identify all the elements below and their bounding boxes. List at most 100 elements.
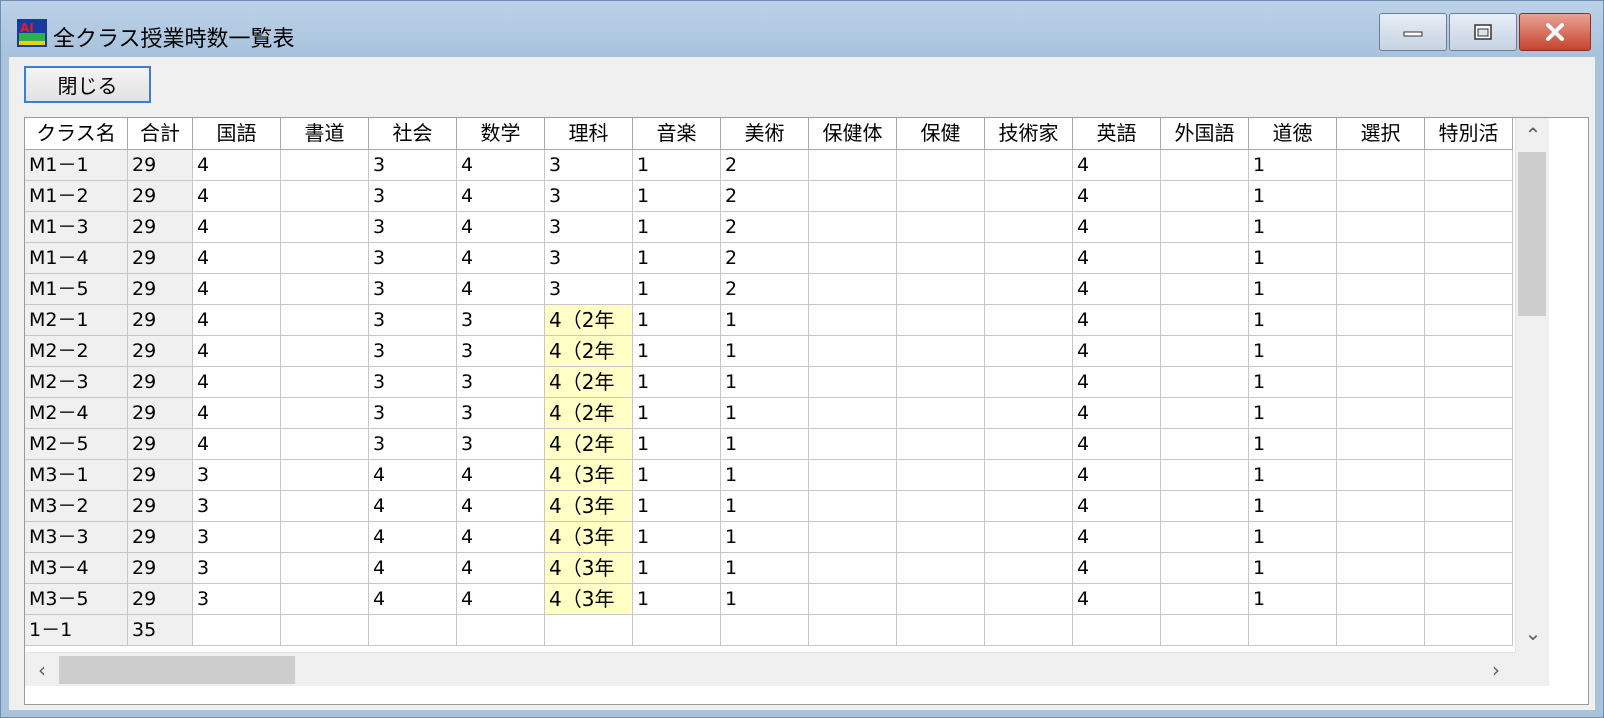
table-cell[interactable]: 3 — [369, 429, 457, 460]
table-cell[interactable]: 3 — [545, 274, 633, 305]
table-cell[interactable]: 35 — [128, 615, 193, 646]
table-cell[interactable] — [1161, 429, 1249, 460]
table-cell[interactable]: 4 — [193, 212, 281, 243]
table-cell[interactable] — [809, 522, 897, 553]
table-cell[interactable]: 29 — [128, 553, 193, 584]
table-cell[interactable] — [1425, 429, 1513, 460]
table-cell[interactable] — [809, 274, 897, 305]
table-cell[interactable]: 1 — [1249, 398, 1337, 429]
table-cell[interactable]: 2 — [721, 274, 809, 305]
table-cell[interactable] — [1425, 150, 1513, 181]
close-dialog-button[interactable]: 閉じる — [24, 66, 151, 103]
table-cell[interactable]: 1 — [1249, 150, 1337, 181]
table-cell[interactable] — [281, 336, 369, 367]
table-cell[interactable] — [897, 274, 985, 305]
table-cell[interactable] — [897, 150, 985, 181]
table-cell[interactable] — [809, 181, 897, 212]
maximize-button[interactable] — [1449, 13, 1517, 51]
table-cell[interactable]: 1 — [633, 243, 721, 274]
table-cell[interactable] — [1425, 491, 1513, 522]
table-cell[interactable]: 1 — [1249, 491, 1337, 522]
table-cell[interactable]: 2 — [721, 243, 809, 274]
row-header-cell[interactable]: M2－3 — [25, 367, 128, 398]
table-cell[interactable]: 4 — [1073, 274, 1161, 305]
table-cell[interactable]: 4 — [1073, 305, 1161, 336]
table-cell[interactable] — [721, 615, 809, 646]
table-cell[interactable]: 1 — [721, 336, 809, 367]
table-cell[interactable]: 29 — [128, 305, 193, 336]
table-cell[interactable] — [985, 150, 1073, 181]
table-cell[interactable] — [1161, 553, 1249, 584]
table-cell[interactable]: 4（3年 — [545, 553, 633, 584]
table-cell[interactable] — [281, 553, 369, 584]
table-cell[interactable]: 1 — [1249, 212, 1337, 243]
table-cell[interactable] — [985, 367, 1073, 398]
table-cell[interactable]: 3 — [545, 243, 633, 274]
table-cell[interactable] — [1337, 243, 1425, 274]
table-cell[interactable]: 1 — [633, 150, 721, 181]
table-cell[interactable] — [897, 615, 985, 646]
row-header-cell[interactable]: M1－3 — [25, 212, 128, 243]
table-cell[interactable] — [281, 584, 369, 615]
table-cell[interactable] — [809, 305, 897, 336]
table-cell[interactable] — [809, 150, 897, 181]
table-cell[interactable] — [281, 367, 369, 398]
table-cell[interactable] — [985, 615, 1073, 646]
table-cell[interactable] — [1073, 615, 1161, 646]
table-cell[interactable] — [897, 243, 985, 274]
table-cell[interactable]: 3 — [457, 305, 545, 336]
table-cell[interactable] — [897, 398, 985, 429]
row-header-cell[interactable]: M1－1 — [25, 150, 128, 181]
table-cell[interactable]: 4 — [1073, 150, 1161, 181]
table-cell[interactable] — [1161, 181, 1249, 212]
table-cell[interactable]: 4 — [1073, 336, 1161, 367]
table-cell[interactable]: 3 — [545, 150, 633, 181]
table-cell[interactable]: 4 — [193, 336, 281, 367]
table-cell[interactable] — [281, 243, 369, 274]
table-cell[interactable]: 1 — [633, 553, 721, 584]
table-cell[interactable]: 4 — [1073, 398, 1161, 429]
table-cell[interactable]: 3 — [369, 274, 457, 305]
table-cell[interactable]: 3 — [193, 491, 281, 522]
column-header[interactable]: 数学 — [457, 118, 545, 150]
table-cell[interactable]: 29 — [128, 522, 193, 553]
table-cell[interactable]: 1 — [721, 460, 809, 491]
table-cell[interactable] — [897, 212, 985, 243]
column-header[interactable]: 道徳 — [1249, 118, 1337, 150]
table-cell[interactable] — [281, 305, 369, 336]
table-cell[interactable]: 1 — [1249, 367, 1337, 398]
column-header[interactable]: 技術家 — [985, 118, 1073, 150]
table-cell[interactable] — [281, 491, 369, 522]
table-cell[interactable]: 3 — [545, 212, 633, 243]
table-cell[interactable]: 1 — [721, 491, 809, 522]
table-cell[interactable] — [1161, 522, 1249, 553]
table-cell[interactable]: 29 — [128, 367, 193, 398]
table-cell[interactable]: 29 — [128, 429, 193, 460]
table-cell[interactable]: 1 — [1249, 336, 1337, 367]
table-cell[interactable]: 4 — [193, 305, 281, 336]
table-cell[interactable]: 4 — [193, 429, 281, 460]
table-cell[interactable] — [1337, 553, 1425, 584]
table-cell[interactable] — [1161, 367, 1249, 398]
table-cell[interactable] — [1337, 491, 1425, 522]
table-cell[interactable] — [281, 181, 369, 212]
table-cell[interactable] — [633, 615, 721, 646]
table-cell[interactable]: 3 — [369, 336, 457, 367]
table-cell[interactable] — [897, 553, 985, 584]
table-cell[interactable]: 4 — [1073, 243, 1161, 274]
table-cell[interactable]: 3 — [193, 553, 281, 584]
table-cell[interactable] — [1161, 212, 1249, 243]
table-cell[interactable]: 4 — [457, 553, 545, 584]
chevron-up-icon[interactable]: ⌃ — [1518, 120, 1548, 150]
table-cell[interactable] — [897, 460, 985, 491]
table-cell[interactable]: 3 — [369, 150, 457, 181]
table-cell[interactable]: 3 — [193, 584, 281, 615]
table-cell[interactable] — [457, 615, 545, 646]
table-cell[interactable]: 4 — [193, 181, 281, 212]
class-hours-grid[interactable]: クラス名 M1－1 M1－2 M1－3 M1－4 M1－5 M2－1 M2－2 M2－3 M2－4… — [24, 117, 1589, 705]
row-header-cell[interactable]: M2－5 — [25, 429, 128, 460]
table-cell[interactable] — [1161, 305, 1249, 336]
table-cell[interactable] — [281, 522, 369, 553]
table-cell[interactable]: 4 — [1073, 429, 1161, 460]
table-cell[interactable] — [1161, 243, 1249, 274]
